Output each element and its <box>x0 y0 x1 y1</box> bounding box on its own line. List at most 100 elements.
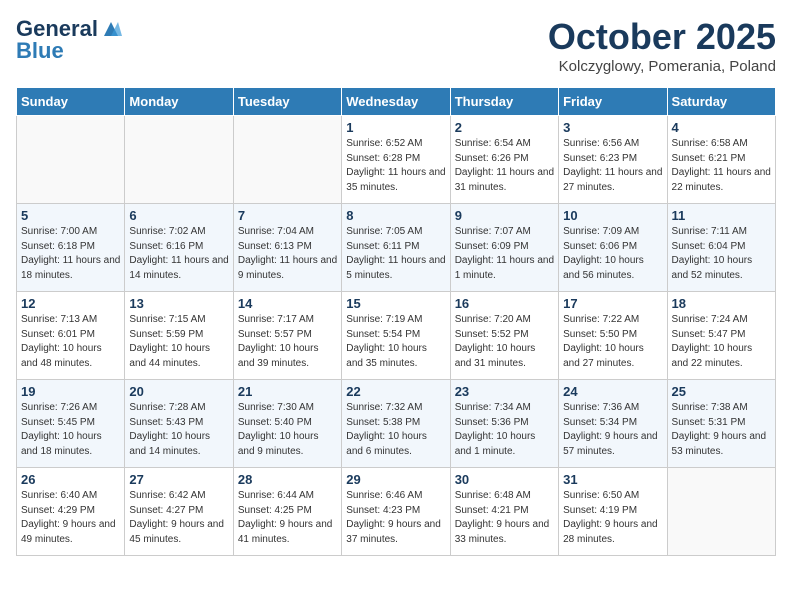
day-number: 15 <box>346 296 445 311</box>
day-number: 25 <box>672 384 771 399</box>
weekday-header-monday: Monday <box>125 88 233 116</box>
calendar-cell: 1 Sunrise: 6:52 AMSunset: 6:28 PMDaylight… <box>342 116 450 204</box>
day-number: 27 <box>129 472 228 487</box>
day-number: 24 <box>563 384 662 399</box>
calendar-cell: 2 Sunrise: 6:54 AMSunset: 6:26 PMDaylight… <box>450 116 558 204</box>
day-info: Sunrise: 7:30 AMSunset: 5:40 PMDaylight:… <box>238 401 337 459</box>
day-info: Sunrise: 7:15 AMSunset: 5:59 PMDaylight:… <box>129 313 228 371</box>
calendar-cell: 21 Sunrise: 7:30 AMSunset: 5:40 PMDayligh… <box>233 380 341 468</box>
day-number: 30 <box>455 472 554 487</box>
day-number: 9 <box>455 208 554 223</box>
calendar-cell: 23Sunrise: 7:34 AMSunset: 5:36 PMDayligh… <box>450 380 558 468</box>
day-number: 26 <box>21 472 120 487</box>
calendar-cell: 4 Sunrise: 6:58 AMSunset: 6:21 PMDaylight… <box>667 116 775 204</box>
calendar-cell: 11Sunrise: 7:11 AMSunset: 6:04 PMDayligh… <box>667 204 775 292</box>
calendar-cell: 16 Sunrise: 7:20 AMSunset: 5:52 PMDayligh… <box>450 292 558 380</box>
day-info: Sunrise: 7:38 AMSunset: 5:31 PMDaylight:… <box>672 401 771 459</box>
day-info: Sunrise: 7:24 AMSunset: 5:47 PMDaylight:… <box>672 313 771 371</box>
day-info: Sunrise: 6:50 AMSunset: 4:19 PMDaylight:… <box>563 489 662 547</box>
calendar-cell: 13Sunrise: 7:15 AMSunset: 5:59 PMDayligh… <box>125 292 233 380</box>
day-number: 7 <box>238 208 337 223</box>
day-info: Sunrise: 6:40 AMSunset: 4:29 PMDaylight:… <box>21 489 120 547</box>
day-number: 2 <box>455 120 554 135</box>
day-number: 31 <box>563 472 662 487</box>
header-row: SundayMondayTuesdayWednesdayThursdayFrid… <box>17 88 776 116</box>
day-info: Sunrise: 6:42 AMSunset: 4:27 PMDaylight:… <box>129 489 228 547</box>
calendar-cell: 25 Sunrise: 7:38 AMSunset: 5:31 PMDayligh… <box>667 380 775 468</box>
day-info: Sunrise: 6:48 AMSunset: 4:21 PMDaylight:… <box>455 489 554 547</box>
day-info: Sunrise: 7:22 AMSunset: 5:50 PMDaylight:… <box>563 313 662 371</box>
day-number: 18 <box>672 296 771 311</box>
day-number: 4 <box>672 120 771 135</box>
day-info: Sunrise: 6:54 AMSunset: 6:26 PMDaylight:… <box>455 137 554 195</box>
calendar-cell: 17Sunrise: 7:22 AMSunset: 5:50 PMDayligh… <box>559 292 667 380</box>
day-info: Sunrise: 7:32 AMSunset: 5:38 PMDaylight:… <box>346 401 445 459</box>
day-info: Sunrise: 7:17 AMSunset: 5:57 PMDaylight:… <box>238 313 337 371</box>
day-info: Sunrise: 6:44 AMSunset: 4:25 PMDaylight:… <box>238 489 337 547</box>
calendar-cell: 6 Sunrise: 7:02 AMSunset: 6:16 PMDaylight… <box>125 204 233 292</box>
calendar-cell <box>125 116 233 204</box>
calendar-cell <box>17 116 125 204</box>
calendar-week-2: 5Sunrise: 7:00 AMSunset: 6:18 PMDaylight… <box>17 204 776 292</box>
weekday-header-thursday: Thursday <box>450 88 558 116</box>
day-number: 14 <box>238 296 337 311</box>
calendar-cell: 29Sunrise: 6:46 AMSunset: 4:23 PMDayligh… <box>342 468 450 556</box>
day-info: Sunrise: 7:26 AMSunset: 5:45 PMDaylight:… <box>21 401 120 459</box>
calendar-cell: 7 Sunrise: 7:04 AMSunset: 6:13 PMDaylight… <box>233 204 341 292</box>
title-block: October 2025 Kolczyglowy, Pomerania, Pol… <box>548 16 776 75</box>
day-info: Sunrise: 7:04 AMSunset: 6:13 PMDaylight:… <box>238 225 337 283</box>
calendar-week-1: 1 Sunrise: 6:52 AMSunset: 6:28 PMDaylight… <box>17 116 776 204</box>
calendar-header: SundayMondayTuesdayWednesdayThursdayFrid… <box>17 88 776 116</box>
day-number: 29 <box>346 472 445 487</box>
day-info: Sunrise: 7:20 AMSunset: 5:52 PMDaylight:… <box>455 313 554 371</box>
calendar-week-3: 12Sunrise: 7:13 AMSunset: 6:01 PMDayligh… <box>17 292 776 380</box>
calendar-cell: 20 Sunrise: 7:28 AMSunset: 5:43 PMDayligh… <box>125 380 233 468</box>
day-number: 19 <box>21 384 120 399</box>
calendar-cell: 24 Sunrise: 7:36 AMSunset: 5:34 PMDayligh… <box>559 380 667 468</box>
day-info: Sunrise: 7:07 AMSunset: 6:09 PMDaylight:… <box>455 225 554 283</box>
day-info: Sunrise: 6:58 AMSunset: 6:21 PMDaylight:… <box>672 137 771 195</box>
weekday-header-tuesday: Tuesday <box>233 88 341 116</box>
day-info: Sunrise: 6:56 AMSunset: 6:23 PMDaylight:… <box>563 137 662 195</box>
day-info: Sunrise: 7:11 AMSunset: 6:04 PMDaylight:… <box>672 225 771 283</box>
day-info: Sunrise: 7:34 AMSunset: 5:36 PMDaylight:… <box>455 401 554 459</box>
calendar-cell: 12Sunrise: 7:13 AMSunset: 6:01 PMDayligh… <box>17 292 125 380</box>
calendar-cell: 31 Sunrise: 6:50 AMSunset: 4:19 PMDayligh… <box>559 468 667 556</box>
calendar-week-4: 19 Sunrise: 7:26 AMSunset: 5:45 PMDayligh… <box>17 380 776 468</box>
day-number: 21 <box>238 384 337 399</box>
day-number: 6 <box>129 208 228 223</box>
weekday-header-friday: Friday <box>559 88 667 116</box>
day-info: Sunrise: 7:28 AMSunset: 5:43 PMDaylight:… <box>129 401 228 459</box>
day-info: Sunrise: 7:13 AMSunset: 6:01 PMDaylight:… <box>21 313 120 371</box>
logo: General Blue <box>16 16 122 64</box>
day-info: Sunrise: 7:05 AMSunset: 6:11 PMDaylight:… <box>346 225 445 283</box>
day-number: 16 <box>455 296 554 311</box>
weekday-header-saturday: Saturday <box>667 88 775 116</box>
day-info: Sunrise: 7:09 AMSunset: 6:06 PMDaylight:… <box>563 225 662 283</box>
logo-blue: Blue <box>16 38 64 64</box>
calendar-cell: 15 Sunrise: 7:19 AMSunset: 5:54 PMDayligh… <box>342 292 450 380</box>
calendar-cell: 27 Sunrise: 6:42 AMSunset: 4:27 PMDayligh… <box>125 468 233 556</box>
weekday-header-wednesday: Wednesday <box>342 88 450 116</box>
day-info: Sunrise: 7:19 AMSunset: 5:54 PMDaylight:… <box>346 313 445 371</box>
day-number: 22 <box>346 384 445 399</box>
calendar-cell: 10 Sunrise: 7:09 AMSunset: 6:06 PMDayligh… <box>559 204 667 292</box>
day-info: Sunrise: 7:36 AMSunset: 5:34 PMDaylight:… <box>563 401 662 459</box>
calendar-cell <box>233 116 341 204</box>
day-number: 3 <box>563 120 662 135</box>
calendar-cell <box>667 468 775 556</box>
day-number: 10 <box>563 208 662 223</box>
calendar-cell: 5Sunrise: 7:00 AMSunset: 6:18 PMDaylight… <box>17 204 125 292</box>
calendar-cell: 3 Sunrise: 6:56 AMSunset: 6:23 PMDaylight… <box>559 116 667 204</box>
calendar-body: 1 Sunrise: 6:52 AMSunset: 6:28 PMDaylight… <box>17 116 776 556</box>
calendar-cell: 9 Sunrise: 7:07 AMSunset: 6:09 PMDaylight… <box>450 204 558 292</box>
calendar-cell: 30 Sunrise: 6:48 AMSunset: 4:21 PMDayligh… <box>450 468 558 556</box>
calendar-cell: 28Sunrise: 6:44 AMSunset: 4:25 PMDayligh… <box>233 468 341 556</box>
day-number: 20 <box>129 384 228 399</box>
day-number: 8 <box>346 208 445 223</box>
calendar-cell: 26 Sunrise: 6:40 AMSunset: 4:29 PMDayligh… <box>17 468 125 556</box>
day-number: 1 <box>346 120 445 135</box>
page-header: General Blue October 2025 Kolczyglowy, P… <box>16 16 776 75</box>
day-info: Sunrise: 7:02 AMSunset: 6:16 PMDaylight:… <box>129 225 228 283</box>
day-info: Sunrise: 6:52 AMSunset: 6:28 PMDaylight:… <box>346 137 445 195</box>
